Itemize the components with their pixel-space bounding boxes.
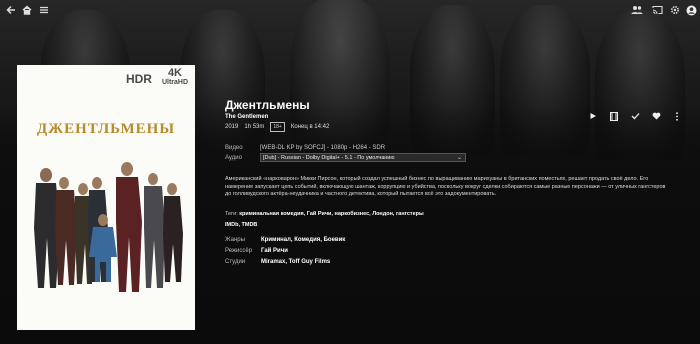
external-links[interactable]: IMDb, TMDB <box>225 222 257 228</box>
favorite-heart-icon[interactable] <box>650 110 662 122</box>
users-icon[interactable] <box>630 3 644 17</box>
director-value[interactable]: Гай Ричи <box>261 248 288 254</box>
hamburger-menu-icon[interactable] <box>37 3 51 17</box>
play-icon[interactable] <box>587 110 599 122</box>
user-avatar-icon[interactable] <box>684 3 698 17</box>
trailer-icon[interactable] <box>608 110 620 122</box>
genres-value[interactable]: Криминал, Комедия, Боевик <box>261 237 345 243</box>
poster-cast-artwork <box>34 162 183 292</box>
studios-value[interactable]: Miramax, Toff Guy Films <box>261 259 330 265</box>
audio-track-select[interactable]: [Dub] - Russian - Dolby Digital+ - 5.1 -… <box>260 153 466 162</box>
action-bar <box>587 110 683 122</box>
director-label: Режиссёр <box>225 248 253 254</box>
video-value: [WEB-DL KP by SOFCJ] - 1080p - H264 - SD… <box>260 145 386 151</box>
cast-icon[interactable] <box>650 3 664 17</box>
runtime: 1h 53m <box>244 124 265 130</box>
year: 2019 <box>225 124 239 130</box>
video-label: Видео <box>225 145 243 151</box>
ends-at: Конец в 14:42 <box>290 124 330 130</box>
more-vertical-icon[interactable] <box>671 110 683 122</box>
age-rating-badge: 18+ <box>270 122 285 132</box>
tags-line: Теги: криминальная комедия, Гай Ричи, на… <box>225 211 424 217</box>
audio-label: Аудио <box>225 155 242 161</box>
movie-title: Джентльмены <box>225 98 310 112</box>
top-bar <box>0 0 700 20</box>
movie-poster: HDR 4K UltraHD ДЖЕНТЛЬМЕНЫ <box>17 65 195 330</box>
tags-label: Теги: <box>225 211 238 217</box>
tags-values[interactable]: криминальная комедия, Гай Ричи, наркобиз… <box>239 211 424 217</box>
studios-label: Студии <box>225 259 246 265</box>
watched-check-icon[interactable] <box>629 110 641 122</box>
movie-overview: Американский «нарковарон» Микки Пирсон, … <box>225 176 666 198</box>
movie-meta: 2019 1h 53m 18+ Конец в 14:42 <box>225 122 329 132</box>
settings-gear-icon[interactable] <box>668 3 682 17</box>
original-title: The Gentlemen <box>225 114 269 120</box>
genres-label: Жанры <box>225 237 245 243</box>
audio-select-value: [Dub] - Russian - Dolby Digital+ - 5.1 -… <box>263 154 395 161</box>
chevron-down-icon: ⌄ <box>456 155 462 161</box>
home-icon[interactable] <box>20 3 34 17</box>
arrow-left-icon[interactable] <box>4 3 18 17</box>
